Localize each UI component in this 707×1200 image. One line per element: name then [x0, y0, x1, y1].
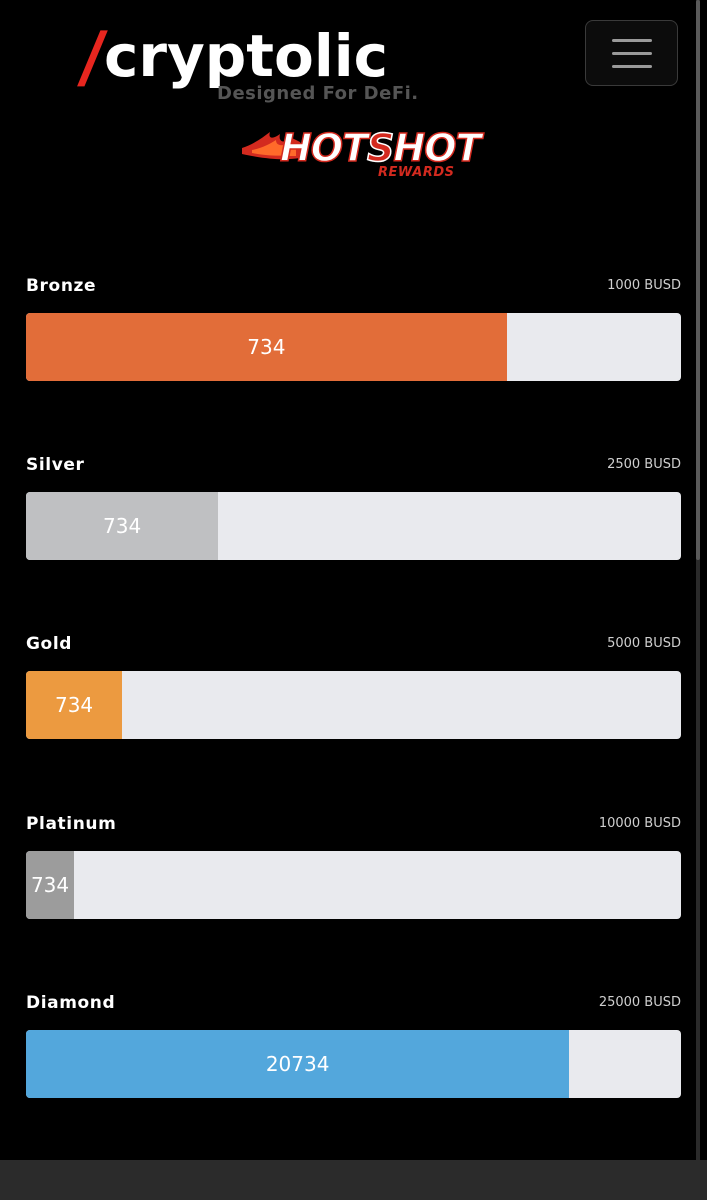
progress-fill: 20734	[26, 1030, 570, 1098]
hamburger-icon-bar-3	[611, 64, 652, 68]
tier-gold: Gold 5000 BUSD 734	[26, 634, 681, 739]
hotshot-s: S	[366, 125, 395, 171]
logo-wordmark: cryptolic	[104, 22, 389, 90]
tier-header: Bronze 1000 BUSD	[26, 276, 681, 300]
tier-name: Diamond	[26, 993, 116, 1013]
progress-fill: 734	[26, 492, 219, 560]
progress-fill: 734	[26, 313, 507, 381]
tier-header: Silver 2500 BUSD	[26, 455, 681, 479]
menu-button[interactable]	[585, 20, 678, 86]
page: / cryptolic Designed For DeFi. HOTSHOT R…	[0, 0, 707, 1200]
hamburger-icon-bar-2	[611, 51, 652, 55]
tier-platinum: Platinum 10000 BUSD 734	[26, 814, 681, 919]
hamburger-icon	[611, 38, 652, 42]
tier-header: Platinum 10000 BUSD	[26, 814, 681, 838]
tier-target: 10000 BUSD	[598, 816, 681, 831]
tier-bronze: Bronze 1000 BUSD 734	[26, 276, 681, 381]
cryptolic-logo[interactable]: / cryptolic Designed For DeFi.	[76, 18, 418, 112]
hotshot-rewards-label: REWARDS	[378, 165, 455, 180]
tier-target: 5000 BUSD	[607, 636, 681, 651]
hotshot-hot-2: HOT	[393, 125, 483, 171]
hotshot-wordmark: HOTSHOT	[279, 125, 483, 171]
tier-silver: Silver 2500 BUSD 734	[26, 455, 681, 560]
page-scrollbar[interactable]	[696, 0, 700, 1160]
progress-value: 734	[30, 873, 70, 897]
progress-track: 734	[26, 313, 681, 381]
tier-header: Diamond 25000 BUSD	[26, 993, 681, 1017]
tier-target: 25000 BUSD	[598, 995, 681, 1010]
tier-name: Gold	[26, 634, 73, 654]
hotshot-hot: HOT	[279, 125, 369, 171]
tier-name: Silver	[26, 455, 85, 475]
progress-track: 20734	[26, 1030, 681, 1098]
progress-value: 20734	[265, 1052, 330, 1076]
tier-diamond: Diamond 25000 BUSD 20734	[26, 993, 681, 1098]
scrollbar-thumb[interactable]	[696, 0, 700, 560]
progress-value: 734	[54, 693, 94, 717]
tier-header: Gold 5000 BUSD	[26, 634, 681, 658]
progress-track: 734	[26, 671, 681, 739]
tier-target: 1000 BUSD	[607, 278, 681, 293]
tier-name: Bronze	[26, 276, 97, 296]
tier-name: Platinum	[26, 814, 117, 834]
progress-value: 734	[247, 335, 286, 359]
tier-target: 2500 BUSD	[607, 457, 681, 472]
progress-fill: 734	[26, 851, 75, 919]
progress-track: 734	[26, 492, 681, 560]
progress-value: 734	[103, 514, 142, 538]
progress-fill: 734	[26, 671, 123, 739]
footer-bar	[0, 1160, 707, 1200]
progress-track: 734	[26, 851, 681, 919]
hotshot-rewards-logo: HOTSHOT REWARDS	[240, 124, 482, 184]
logo-tagline: Designed For DeFi.	[217, 83, 419, 104]
